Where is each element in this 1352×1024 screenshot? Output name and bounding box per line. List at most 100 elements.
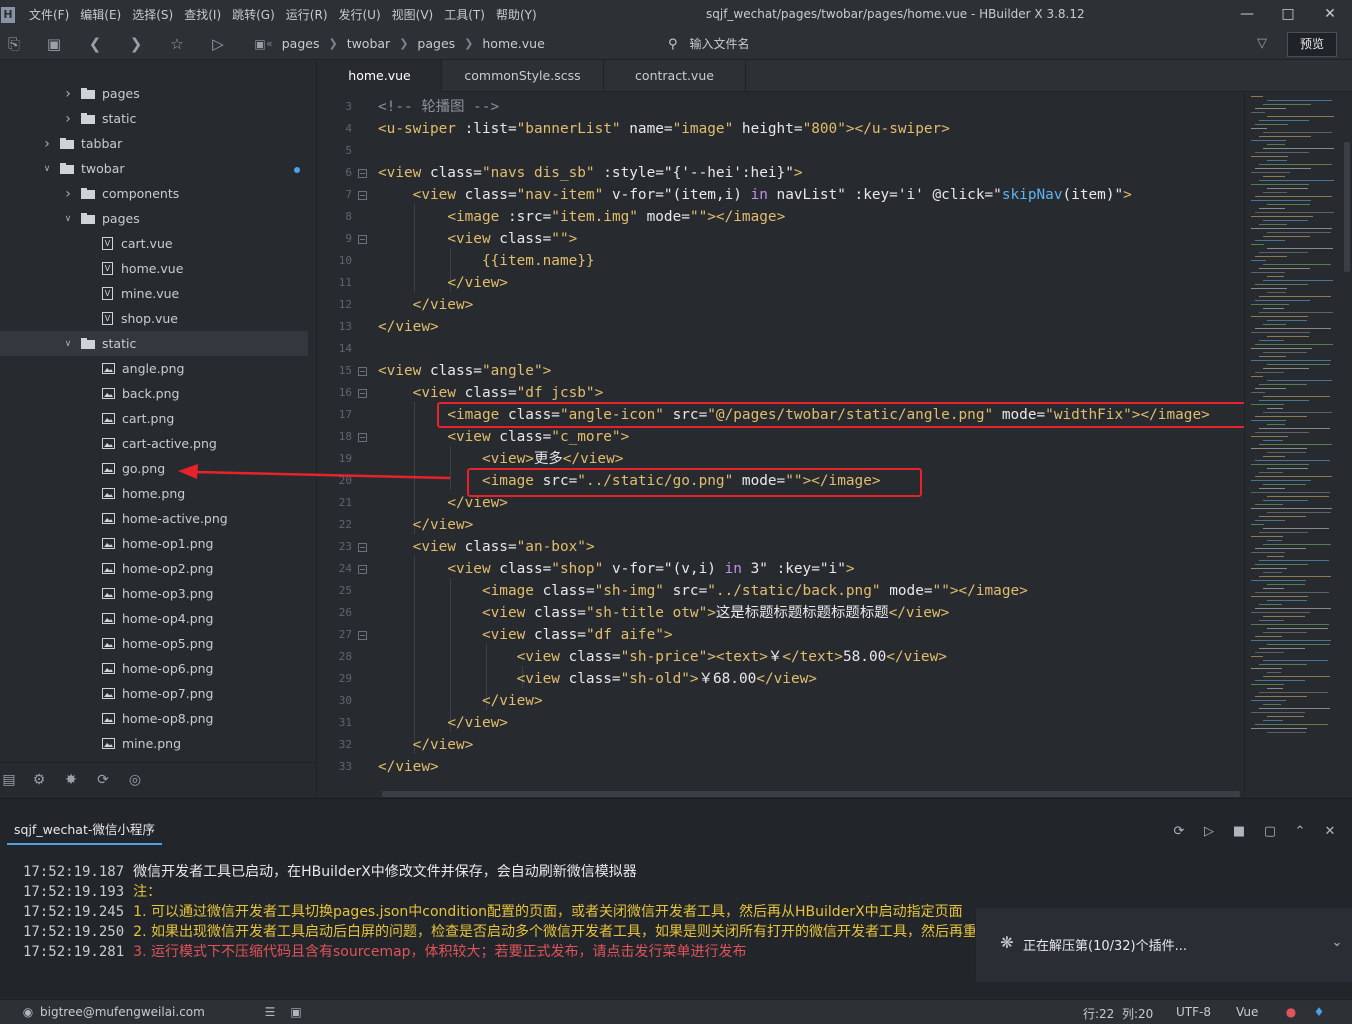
tree-file[interactable]: back.png [0, 381, 308, 406]
chevron-up-icon[interactable]: ⌃ [1291, 823, 1309, 841]
terminal-icon[interactable]: ▣ [288, 1004, 304, 1020]
user-account[interactable]: bigtree@mufengweilai.com [40, 1005, 205, 1019]
preview-button[interactable]: 预览 [1287, 32, 1337, 57]
menu-item[interactable]: 跳转(G) [232, 6, 275, 23]
tree-file[interactable]: angle.png [0, 356, 308, 381]
menu-item[interactable]: 运行(R) [286, 6, 328, 23]
play-icon[interactable]: ▷ [1200, 823, 1218, 841]
fold-toggle-icon[interactable]: − [358, 389, 367, 398]
maximize-icon[interactable]: □ [1278, 4, 1298, 24]
chevron-right-icon[interactable]: › [63, 86, 73, 102]
fold-toggle-icon[interactable]: − [358, 543, 367, 552]
bell-icon[interactable]: ♦ [1311, 1004, 1327, 1020]
console-tab[interactable]: sqjf_wechat-微信小程序 [7, 817, 162, 845]
new-file-icon[interactable]: ⎘ [4, 34, 24, 54]
notification-badge-icon[interactable]: ● [1283, 1004, 1299, 1020]
tree-file[interactable]: Vshop.vue [0, 306, 308, 331]
tree-file[interactable]: Vhome.vue [0, 256, 308, 281]
source-control-icon[interactable]: ⟳ [94, 771, 112, 789]
chevron-down-icon[interactable]: ∨ [63, 339, 73, 349]
code-editor[interactable]: <!-- 轮播图 --> <u-swiper :list="bannerList"… [378, 92, 1244, 789]
project-manager-icon[interactable]: ▤ [0, 771, 18, 789]
plugin-icon[interactable]: ⚙ [30, 771, 48, 789]
clear-console-icon[interactable]: ▢ [1261, 823, 1279, 841]
breadcrumb-item[interactable]: twobar [347, 36, 391, 51]
horizontal-scrollbar-thumb[interactable] [382, 791, 1240, 797]
file-search-input[interactable] [689, 37, 1090, 51]
tree-file[interactable]: mine.png [0, 731, 308, 756]
tree-file[interactable]: cart-active.png [0, 431, 308, 456]
tree-folder[interactable]: › components [0, 181, 308, 206]
menu-item[interactable]: 视图(V) [392, 6, 434, 23]
stop-icon[interactable]: ■ [1230, 823, 1248, 841]
forward-icon[interactable]: ❯ [126, 34, 146, 54]
menu-item[interactable]: 工具(T) [444, 6, 485, 23]
tree-file[interactable]: home-op4.png [0, 606, 308, 631]
fold-toggle-icon[interactable]: − [358, 433, 367, 442]
breadcrumb-item[interactable]: pages [417, 36, 455, 51]
vertical-scrollbar-thumb[interactable] [1344, 142, 1350, 272]
tree-folder[interactable]: › tabbar [0, 131, 308, 156]
cursor-position[interactable]: 行:22 列:20 [1083, 1005, 1153, 1022]
menu-item[interactable]: 选择(S) [132, 6, 173, 23]
language-mode[interactable]: Vue [1236, 1005, 1258, 1019]
fold-toggle-icon[interactable]: − [358, 235, 367, 244]
save-icon[interactable]: ▣ [44, 34, 64, 54]
tree-file[interactable]: Vmine.vue [0, 281, 308, 306]
tree-file[interactable]: home-op2.png [0, 556, 308, 581]
tree-folder[interactable]: › pages [0, 81, 308, 106]
tree-file[interactable]: home-op7.png [0, 681, 308, 706]
chevron-right-icon[interactable]: › [63, 186, 73, 202]
fold-toggle-icon[interactable]: − [358, 169, 367, 178]
reload-icon[interactable]: ⟳ [1170, 823, 1188, 841]
tree-file[interactable]: home-op8.png [0, 706, 308, 731]
chevron-down-icon[interactable]: ⌄ [1328, 934, 1346, 952]
tree-file[interactable]: home-active.png [0, 506, 308, 531]
tab-home-vue[interactable]: home.vue [318, 60, 442, 92]
breadcrumb-item[interactable]: pages [282, 36, 320, 51]
tree-file[interactable]: home-op5.png [0, 631, 308, 656]
tree-folder[interactable]: ∨ pages [0, 206, 308, 231]
breadcrumb-overflow-icon[interactable]: « [266, 37, 273, 50]
tree-file[interactable]: Vcart.vue [0, 231, 308, 256]
horizontal-scrollbar[interactable] [378, 789, 1244, 798]
browser-icon[interactable]: ◎ [126, 771, 144, 789]
chevron-right-icon[interactable]: › [63, 111, 73, 127]
chevron-right-icon[interactable]: › [42, 136, 52, 152]
tree-folder[interactable]: › static [0, 106, 308, 131]
user-avatar-icon[interactable]: ◉ [20, 1004, 36, 1020]
menu-item[interactable]: 文件(F) [29, 6, 69, 23]
tree-file[interactable]: go.png [0, 456, 308, 481]
minimize-icon[interactable]: — [1237, 4, 1257, 24]
tree-file[interactable]: cart.png [0, 406, 308, 431]
debug-icon[interactable]: ✸ [62, 771, 80, 789]
menu-item[interactable]: 查找(I) [184, 6, 221, 23]
fold-toggle-icon[interactable]: − [358, 191, 367, 200]
tree-file[interactable]: home-op1.png [0, 531, 308, 556]
menu-item[interactable]: 编辑(E) [80, 6, 121, 23]
chevron-down-icon[interactable]: ∨ [42, 164, 52, 174]
list-icon[interactable]: ☰ [262, 1004, 278, 1020]
back-icon[interactable]: ❮ [85, 34, 105, 54]
menu-item[interactable]: 帮助(Y) [496, 6, 537, 23]
file-encoding[interactable]: UTF-8 [1176, 1005, 1211, 1019]
fold-toggle-icon[interactable]: − [358, 565, 367, 574]
tree-folder[interactable]: ∨ static [0, 331, 308, 356]
vertical-scrollbar[interactable] [1342, 92, 1352, 798]
chevron-down-icon[interactable]: ∨ [63, 214, 73, 224]
filter-icon[interactable]: ▽ [1252, 34, 1272, 54]
close-panel-icon[interactable]: ✕ [1321, 823, 1339, 841]
minimap[interactable] [1244, 92, 1342, 798]
fold-toggle-icon[interactable]: − [358, 367, 367, 376]
menu-item[interactable]: 发行(U) [339, 6, 381, 23]
close-icon[interactable]: ✕ [1320, 4, 1340, 24]
breadcrumb-item[interactable]: home.vue [482, 36, 544, 51]
tree-folder[interactable]: ∨ twobar [0, 156, 308, 181]
tree-file[interactable]: home-op3.png [0, 581, 308, 606]
star-icon[interactable]: ☆ [167, 34, 187, 54]
fold-toggle-icon[interactable]: − [358, 631, 367, 640]
tab-contract-vue[interactable]: contract.vue [604, 60, 746, 92]
run-icon[interactable]: ▷ [208, 34, 228, 54]
tree-file[interactable]: home.png [0, 481, 308, 506]
tab-commonstyle-scss[interactable]: commonStyle.scss [442, 60, 604, 92]
